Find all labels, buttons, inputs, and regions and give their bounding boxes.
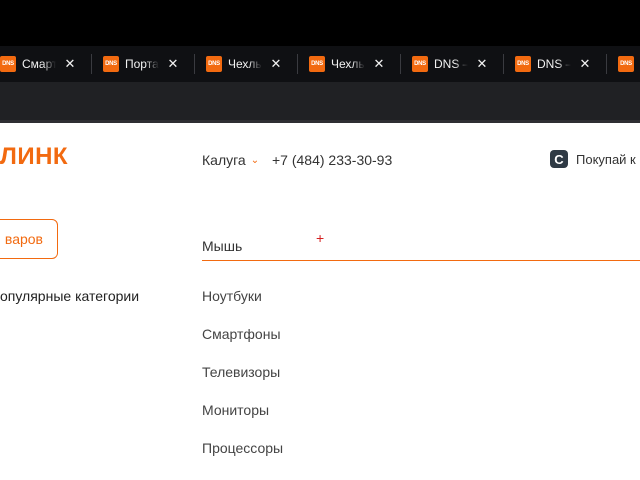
browser-tab[interactable]: DNS DNS – интернет ✕ <box>412 50 488 78</box>
dns-favicon-icon: DNS <box>0 56 16 72</box>
city-selector[interactable]: Калуга ⌄ <box>202 152 259 168</box>
close-tab-icon[interactable]: ✕ <box>270 56 282 72</box>
site-logo[interactable]: ЛИНК <box>0 143 68 171</box>
catalog-button[interactable]: варов <box>0 219 58 259</box>
city-label: Калуга <box>202 152 246 168</box>
promo-icon: С <box>550 150 568 168</box>
os-top-bar <box>0 0 640 46</box>
browser-tab[interactable]: DNS Чехлы для ✕ <box>309 50 385 78</box>
tab-title: DNS – интернет <box>537 57 571 71</box>
search-input[interactable]: Мышь + <box>202 226 640 261</box>
tab-separator <box>606 54 607 74</box>
dns-favicon-icon: DNS <box>206 56 222 72</box>
dns-favicon-icon: DNS <box>618 56 634 72</box>
tab-title: Чехлы для <box>331 57 365 71</box>
suggestion-item[interactable]: Телевизоры <box>202 364 280 380</box>
search-value: Мышь <box>202 238 243 254</box>
tab-separator <box>194 54 195 74</box>
chevron-down-icon: ⌄ <box>250 154 260 166</box>
close-tab-icon[interactable]: ✕ <box>167 56 179 72</box>
tab-separator <box>91 54 92 74</box>
browser-tab[interactable]: DNS Портативные ✕ <box>103 50 179 78</box>
close-tab-icon[interactable]: ✕ <box>64 56 76 72</box>
dns-favicon-icon: DNS <box>309 56 325 72</box>
tab-title: DNS – интернет <box>434 57 468 71</box>
dns-favicon-icon: DNS <box>515 56 531 72</box>
tab-title: Смартфоны <box>22 57 56 71</box>
browser-tab[interactable]: DNS Чехлы для ✕ <box>206 50 282 78</box>
suggestion-item[interactable]: Ноутбуки <box>202 288 262 304</box>
tab-title: Портативные <box>125 57 159 71</box>
dns-favicon-icon: DNS <box>103 56 119 72</box>
suggestion-item[interactable]: Мониторы <box>202 402 269 418</box>
browser-toolbar <box>0 82 640 120</box>
toolbar-divider <box>0 120 640 123</box>
suggestion-item[interactable]: Процессоры <box>202 440 283 456</box>
dns-favicon-icon: DNS <box>412 56 428 72</box>
phone-number[interactable]: +7 (484) 233-30-93 <box>272 152 392 168</box>
tab-separator <box>400 54 401 74</box>
suggestion-item[interactable]: Смартфоны <box>202 326 281 342</box>
tab-separator <box>297 54 298 74</box>
mouse-cursor-icon: + <box>316 230 325 246</box>
promo-link[interactable]: С Покупай к <box>550 150 636 168</box>
close-tab-icon[interactable]: ✕ <box>373 56 385 72</box>
tab-separator <box>503 54 504 74</box>
tab-title: Чехлы для <box>228 57 262 71</box>
close-tab-icon[interactable]: ✕ <box>579 56 591 72</box>
browser-tab[interactable]: DNS <box>618 50 634 78</box>
close-tab-icon[interactable]: ✕ <box>476 56 488 72</box>
browser-tab[interactable]: DNS DNS – интернет ✕ <box>515 50 591 78</box>
browser-tab[interactable]: DNS Смартфоны ✕ <box>0 50 76 78</box>
promo-text: Покупай к <box>576 151 636 167</box>
popular-categories-label: опулярные категории <box>0 288 140 304</box>
